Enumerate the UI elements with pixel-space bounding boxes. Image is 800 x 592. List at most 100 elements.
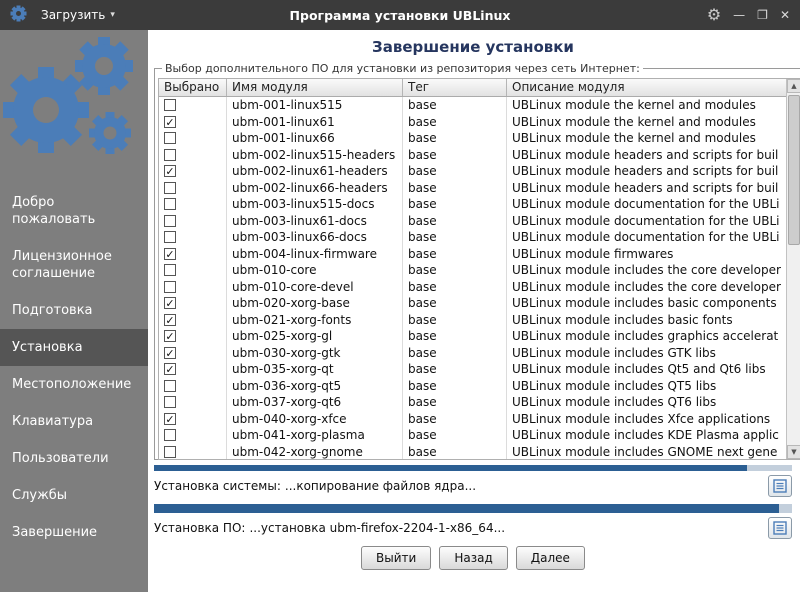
back-button[interactable]: Назад	[439, 546, 507, 570]
cell-desc: UBLinux module includes QT5 libs	[507, 378, 786, 395]
module-checkbox[interactable]: ✓	[164, 116, 176, 128]
module-checkbox[interactable]	[164, 264, 176, 276]
scroll-thumb[interactable]	[788, 95, 800, 245]
table-row[interactable]: ✓ubm-021-xorg-fontsbaseUBLinux module in…	[159, 312, 786, 329]
sidebar-item-inactive[interactable]: Пользователи	[0, 440, 148, 477]
module-checkbox[interactable]	[164, 198, 176, 210]
cell-tag: base	[403, 246, 507, 263]
close-button[interactable]: ✕	[780, 9, 790, 21]
module-checkbox[interactable]	[164, 396, 176, 408]
cell-name: ubm-010-core-devel	[227, 279, 403, 296]
next-button[interactable]: Далее	[516, 546, 585, 570]
checkbox-cell	[159, 180, 227, 197]
module-checkbox[interactable]	[164, 281, 176, 293]
sidebar-item-inactive[interactable]: Службы	[0, 477, 148, 514]
module-checkbox[interactable]	[164, 132, 176, 144]
table-row[interactable]: ✓ubm-035-xorg-qtbaseUBLinux module inclu…	[159, 361, 786, 378]
exit-button[interactable]: Выйти	[361, 546, 431, 570]
cell-tag: base	[403, 180, 507, 197]
table-row[interactable]: ubm-036-xorg-qt5baseUBLinux module inclu…	[159, 378, 786, 395]
module-checkbox[interactable]: ✓	[164, 314, 176, 326]
cell-name: ubm-004-linux-firmware	[227, 246, 403, 263]
module-checkbox[interactable]: ✓	[164, 330, 176, 342]
table-row[interactable]: ubm-003-linux61-docsbaseUBLinux module d…	[159, 213, 786, 230]
cell-name: ubm-040-xorg-xfce	[227, 411, 403, 428]
table-row[interactable]: ubm-003-linux66-docsbaseUBLinux module d…	[159, 229, 786, 246]
table-row[interactable]: ✓ubm-020-xorg-basebaseUBLinux module inc…	[159, 295, 786, 312]
cell-tag: base	[403, 312, 507, 329]
module-checkbox[interactable]	[164, 446, 176, 458]
cell-name: ubm-002-linux66-headers	[227, 180, 403, 197]
module-checkbox[interactable]: ✓	[164, 347, 176, 359]
software-progress-fill	[154, 504, 779, 513]
table-row[interactable]: ✓ubm-040-xorg-xfcebaseUBLinux module inc…	[159, 411, 786, 428]
cell-name: ubm-003-linux515-docs	[227, 196, 403, 213]
module-checkbox[interactable]	[164, 99, 176, 111]
table-row[interactable]: ✓ubm-025-xorg-glbaseUBLinux module inclu…	[159, 328, 786, 345]
sidebar-item-inactive[interactable]: Завершение	[0, 514, 148, 551]
cell-tag: base	[403, 328, 507, 345]
window-title: Программа установки UBLinux	[210, 8, 590, 23]
table-row[interactable]: ✓ubm-002-linux61-headersbaseUBLinux modu…	[159, 163, 786, 180]
load-button[interactable]: Загрузить ▾	[35, 5, 121, 25]
sidebar-item-active[interactable]: Установка	[0, 329, 148, 366]
table-row[interactable]: ✓ubm-004-linux-firmwarebaseUBLinux modul…	[159, 246, 786, 263]
cell-desc: UBLinux module documentation for the UBL…	[507, 196, 786, 213]
table-row[interactable]: ubm-001-linux515baseUBLinux module the k…	[159, 97, 786, 114]
sidebar-item-inactive[interactable]: Клавиатура	[0, 403, 148, 440]
system-log-button[interactable]	[768, 475, 792, 497]
module-checkbox[interactable]	[164, 380, 176, 392]
checkbox-cell: ✓	[159, 328, 227, 345]
checkbox-cell	[159, 130, 227, 147]
sidebar-item-inactive[interactable]: Добро пожаловать	[0, 184, 148, 238]
minimize-button[interactable]: —	[733, 9, 745, 21]
scroll-up-arrow[interactable]: ▲	[787, 79, 800, 93]
cell-desc: UBLinux module documentation for the UBL…	[507, 213, 786, 230]
module-checkbox[interactable]: ✓	[164, 413, 176, 425]
module-checkbox[interactable]: ✓	[164, 297, 176, 309]
system-progress-fill	[154, 465, 747, 471]
checkbox-cell	[159, 262, 227, 279]
sidebar-item-inactive[interactable]: Подготовка	[0, 292, 148, 329]
system-status-label: Установка системы:	[154, 479, 281, 493]
column-header[interactable]: Описание модуля	[507, 79, 786, 96]
module-checkbox[interactable]	[164, 149, 176, 161]
sidebar-nav: Добро пожаловатьЛицензионное соглашениеП…	[0, 184, 148, 551]
checkbox-cell: ✓	[159, 345, 227, 362]
table-row[interactable]: ✓ubm-030-xorg-gtkbaseUBLinux module incl…	[159, 345, 786, 362]
checkbox-cell	[159, 279, 227, 296]
table-row[interactable]: ubm-001-linux66baseUBLinux module the ke…	[159, 130, 786, 147]
module-checkbox[interactable]	[164, 231, 176, 243]
table-row[interactable]: ✓ubm-001-linux61baseUBLinux module the k…	[159, 114, 786, 131]
vertical-scrollbar[interactable]: ▲ ▼	[786, 79, 800, 459]
table-row[interactable]: ubm-042-xorg-gnomebaseUBLinux module inc…	[159, 444, 786, 460]
table-row[interactable]: ubm-002-linux515-headersbaseUBLinux modu…	[159, 147, 786, 164]
column-header[interactable]: Тег	[403, 79, 507, 96]
cell-desc: UBLinux module includes Xfce application…	[507, 411, 786, 428]
module-checkbox[interactable]	[164, 182, 176, 194]
maximize-button[interactable]: ❐	[757, 9, 768, 21]
table-row[interactable]: ubm-037-xorg-qt6baseUBLinux module inclu…	[159, 394, 786, 411]
module-checkbox[interactable]: ✓	[164, 165, 176, 177]
table-row[interactable]: ubm-041-xorg-plasmabaseUBLinux module in…	[159, 427, 786, 444]
module-checkbox[interactable]	[164, 215, 176, 227]
cell-name: ubm-001-linux66	[227, 130, 403, 147]
column-header[interactable]: Выбрано	[159, 79, 227, 96]
module-checkbox[interactable]: ✓	[164, 363, 176, 375]
table-row[interactable]: ubm-010-core-develbaseUBLinux module inc…	[159, 279, 786, 296]
table-row[interactable]: ubm-002-linux66-headersbaseUBLinux modul…	[159, 180, 786, 197]
checkbox-cell: ✓	[159, 295, 227, 312]
software-log-button[interactable]	[768, 517, 792, 539]
scroll-track[interactable]	[787, 93, 800, 445]
sidebar-item-inactive[interactable]: Местоположение	[0, 366, 148, 403]
settings-gear-icon[interactable]: ⚙	[707, 7, 721, 23]
cell-desc: UBLinux module the kernel and modules	[507, 130, 786, 147]
table-row[interactable]: ubm-003-linux515-docsbaseUBLinux module …	[159, 196, 786, 213]
scroll-down-arrow[interactable]: ▼	[787, 445, 800, 459]
table-row[interactable]: ubm-010-corebaseUBLinux module includes …	[159, 262, 786, 279]
module-checkbox[interactable]: ✓	[164, 248, 176, 260]
column-header[interactable]: Имя модуля	[227, 79, 403, 96]
module-checkbox[interactable]	[164, 429, 176, 441]
cell-name: ubm-002-linux61-headers	[227, 163, 403, 180]
sidebar-item-inactive[interactable]: Лицензионное соглашение	[0, 238, 148, 292]
